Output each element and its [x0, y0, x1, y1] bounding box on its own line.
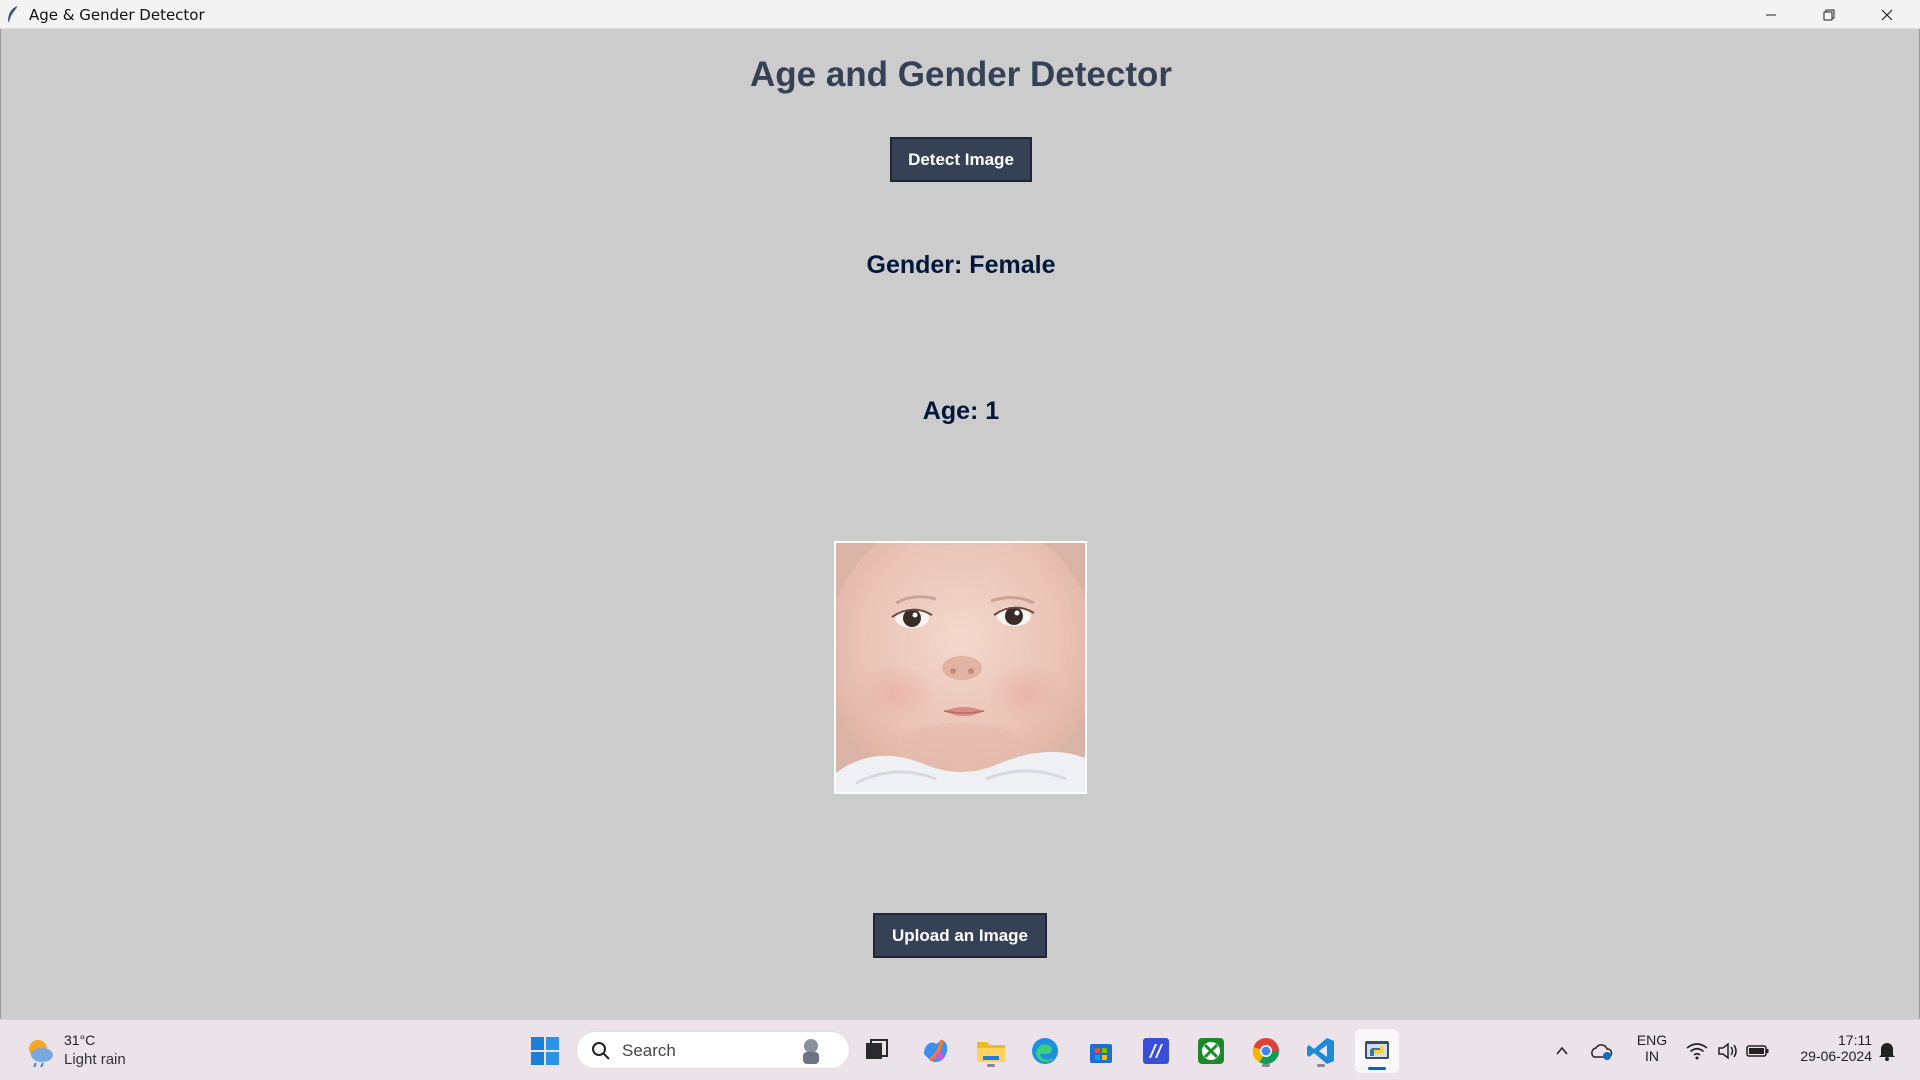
search-placeholder: Search — [622, 1041, 676, 1060]
store-icon — [1090, 1044, 1112, 1063]
taskbar-store[interactable] — [1082, 1032, 1120, 1070]
tray-network[interactable] — [1680, 1032, 1714, 1070]
tray-language[interactable]: ENG IN — [1632, 1032, 1672, 1064]
taskbar: 31°C Light rain Search ENG IN 17:11 29-0… — [0, 1019, 1920, 1080]
task-view-icon — [866, 1039, 888, 1059]
running-indicator — [1262, 1064, 1270, 1067]
taskbar-file-explorer[interactable] — [972, 1032, 1010, 1070]
region-code: IN — [1645, 1048, 1659, 1064]
age-result-label: Age: 1 — [922, 397, 1000, 425]
search-icon — [592, 1042, 610, 1060]
minimize-icon — [1766, 14, 1776, 15]
taskbar-edge[interactable] — [1026, 1032, 1064, 1070]
tray-volume[interactable] — [1711, 1032, 1745, 1070]
restore-icon — [1823, 9, 1835, 20]
weather-temperature: 31°C — [64, 1032, 96, 1048]
feather-icon — [6, 5, 20, 23]
weather-rain-icon — [29, 1040, 53, 1068]
close-button[interactable] — [1858, 0, 1916, 29]
upload-image-button[interactable]: Upload an Image — [873, 913, 1047, 958]
notifications-button[interactable] — [1870, 1032, 1904, 1070]
clock-time: 17:11 — [1838, 1032, 1872, 1048]
chrome-icon — [1252, 1038, 1280, 1065]
clock-date: 29-06-2024 — [1800, 1048, 1872, 1064]
taskbar-task-view[interactable] — [858, 1032, 896, 1070]
taskbar-chrome[interactable] — [1247, 1032, 1285, 1070]
start-icon — [531, 1037, 559, 1065]
detect-image-button[interactable]: Detect Image — [890, 137, 1032, 182]
tray-battery[interactable] — [1741, 1032, 1775, 1070]
page-title: Age and Gender Detector — [749, 55, 1173, 94]
taskbar-app[interactable] — [1137, 1032, 1175, 1070]
vscode-icon — [1307, 1038, 1334, 1064]
running-indicator — [1317, 1064, 1325, 1067]
wifi-icon — [1686, 1043, 1708, 1060]
taskbar-copilot[interactable] — [916, 1032, 954, 1070]
tray-clock[interactable]: 17:11 29-06-2024 — [1782, 1032, 1872, 1064]
language-code: ENG — [1636, 1032, 1668, 1048]
tray-onedrive[interactable] — [1584, 1032, 1618, 1070]
search-highlight-icon — [803, 1039, 819, 1064]
window-title: Age & Gender Detector — [29, 6, 205, 24]
taskbar-search[interactable]: Search — [576, 1031, 850, 1069]
taskbar-python-app[interactable] — [1355, 1029, 1399, 1073]
weather-condition: Light rain — [64, 1051, 126, 1068]
minimize-button[interactable] — [1742, 0, 1800, 29]
chevron-up-icon — [1556, 1046, 1568, 1055]
speaker-icon — [1718, 1042, 1737, 1060]
xbox-icon — [1198, 1038, 1224, 1064]
app-window: Age and Gender Detector Detect Image Gen… — [0, 29, 1920, 1019]
onedrive-sync-icon — [1591, 1044, 1613, 1060]
active-indicator — [1368, 1067, 1386, 1070]
taskbar-xbox[interactable] — [1192, 1032, 1230, 1070]
gender-result-label: Gender: Female — [866, 251, 1056, 279]
taskbar-vscode[interactable] — [1302, 1032, 1340, 1070]
edge-icon — [1032, 1038, 1058, 1064]
python-tkinter-icon — [1365, 1041, 1389, 1059]
window-titlebar: Age & Gender Detector — [0, 0, 1920, 29]
app-icon — [1143, 1038, 1169, 1064]
file-explorer-icon — [977, 1042, 1005, 1062]
close-icon — [1881, 9, 1893, 20]
battery-icon — [1746, 1045, 1769, 1057]
copilot-icon — [924, 1039, 948, 1062]
start-button[interactable] — [526, 1032, 564, 1070]
tray-overflow-button[interactable] — [1545, 1032, 1579, 1070]
bell-icon — [1879, 1043, 1895, 1061]
restore-button[interactable] — [1800, 0, 1858, 29]
running-indicator — [987, 1064, 995, 1067]
uploaded-image — [834, 541, 1087, 794]
